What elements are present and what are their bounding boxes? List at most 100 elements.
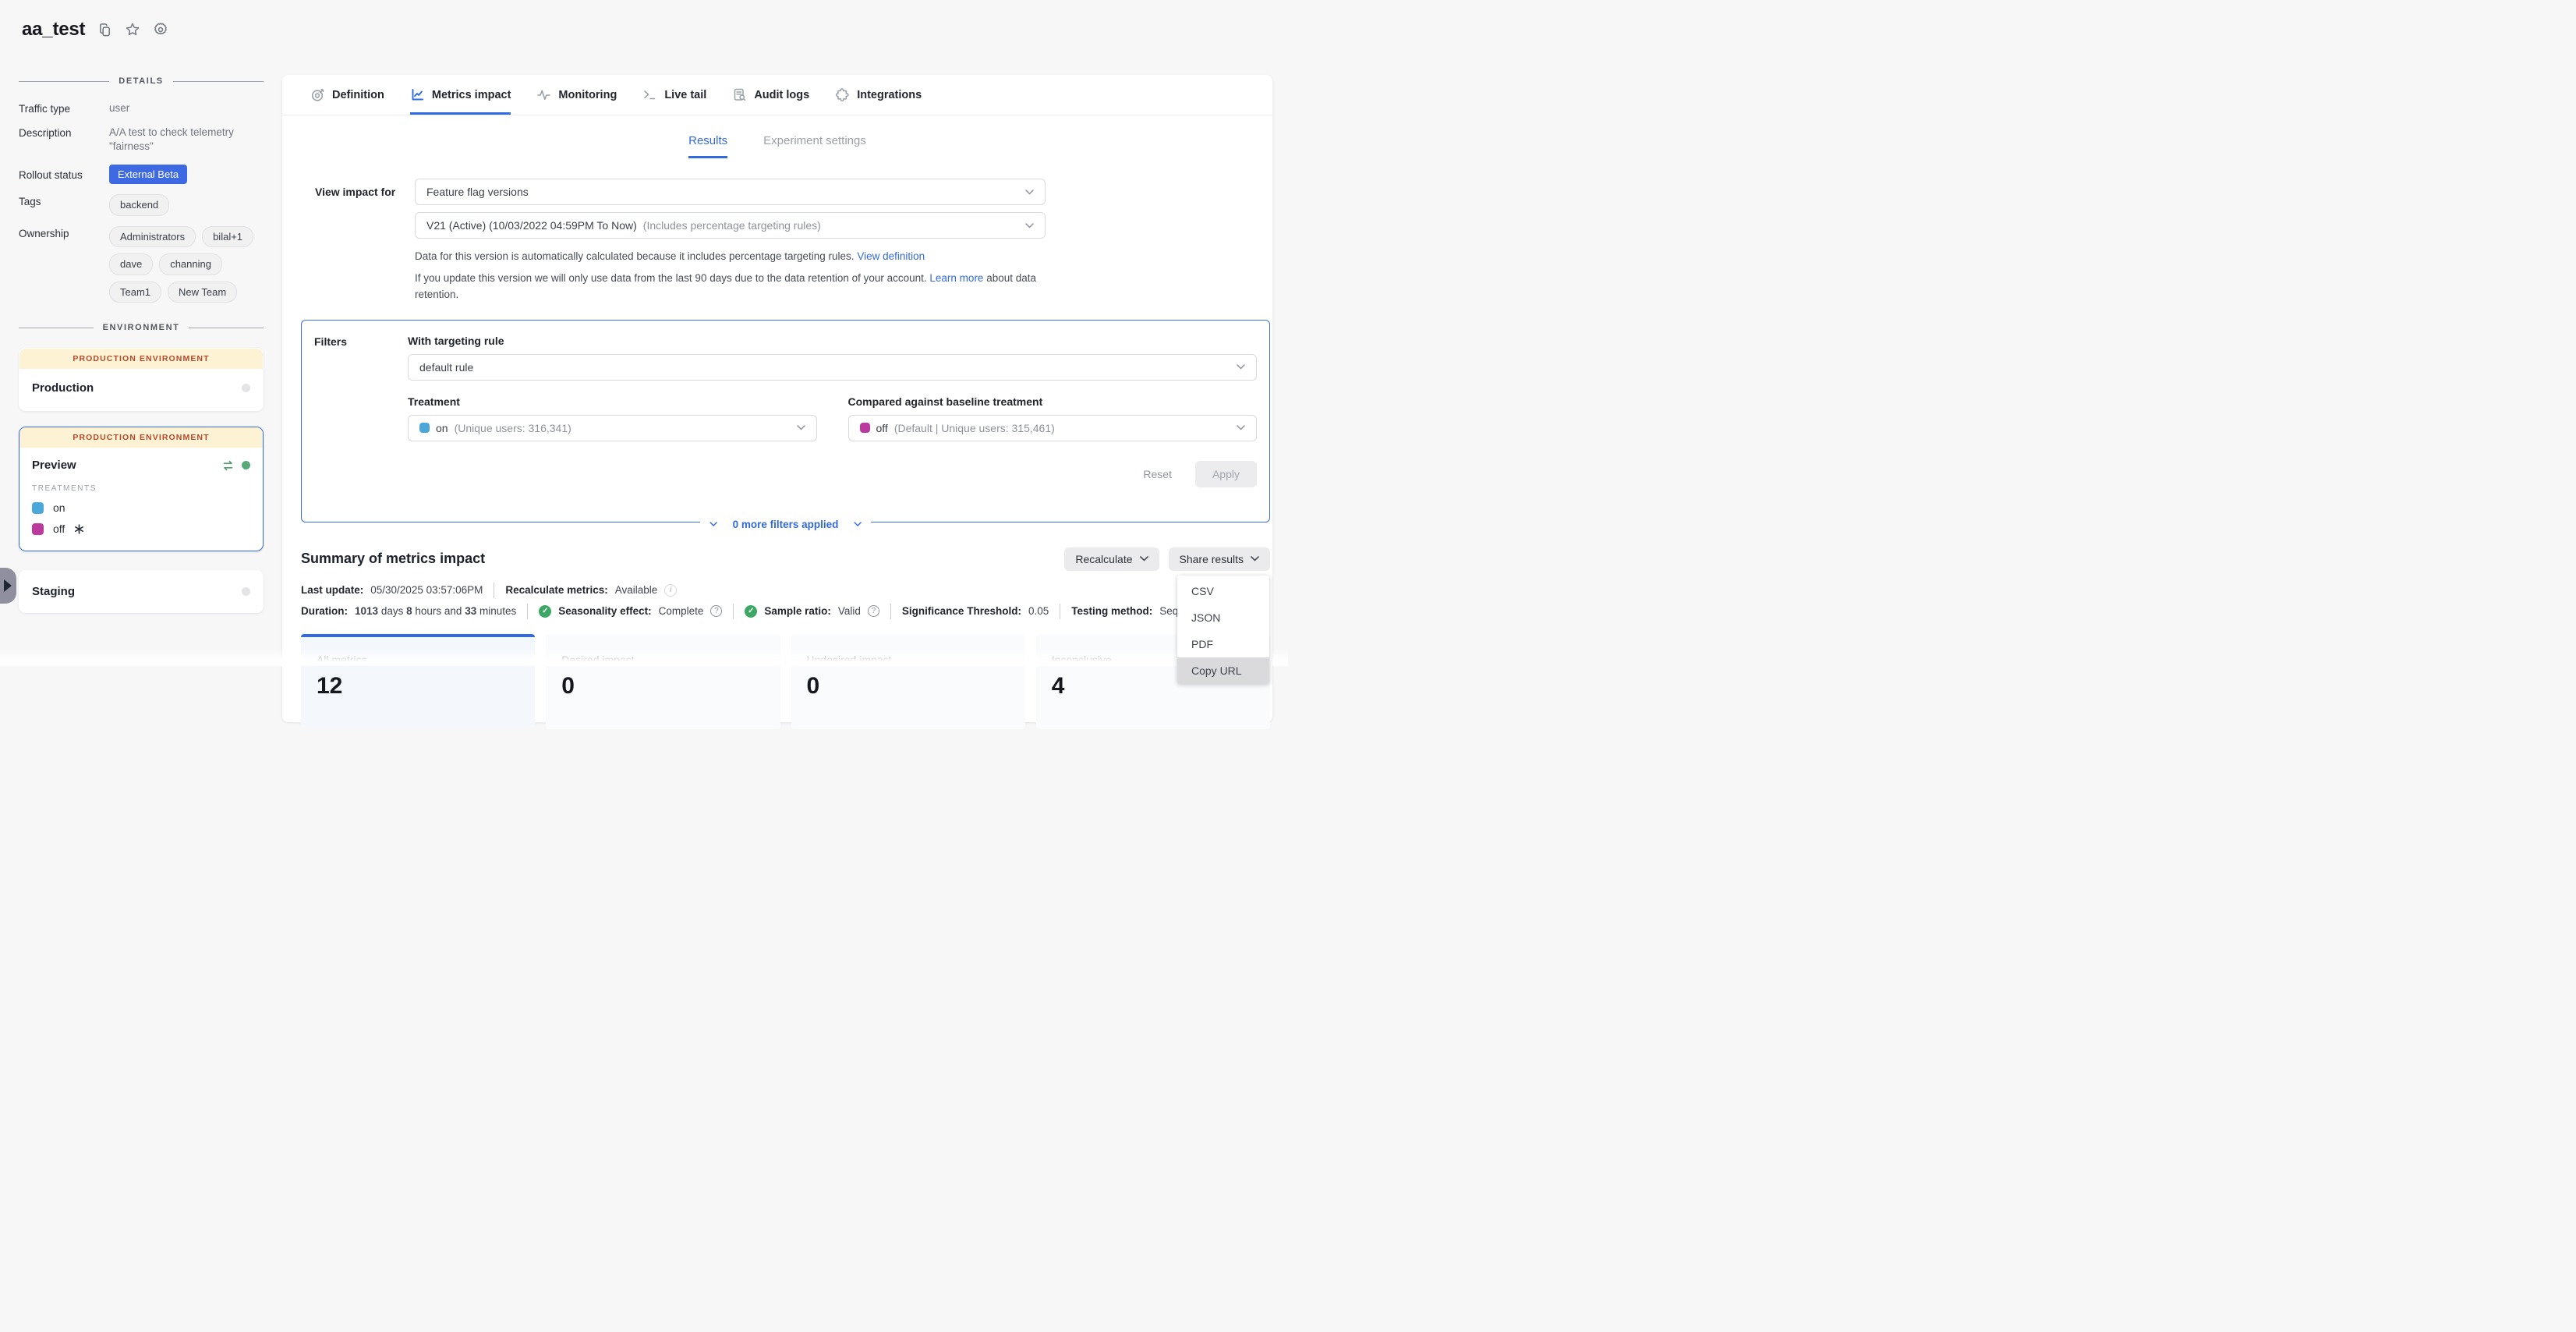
chevron-down-icon xyxy=(1251,556,1259,561)
summary-title: Summary of metrics impact xyxy=(301,547,485,567)
metric-card-value: 0 xyxy=(807,673,1010,700)
sidebar-expander-button[interactable] xyxy=(0,568,16,604)
recalculate-button[interactable]: Recalculate xyxy=(1064,547,1159,571)
details-section-title: DETAILS xyxy=(119,76,163,86)
summary-stats: Last update: 05/30/2025 03:57:06PM Recal… xyxy=(301,583,1270,619)
help-icon[interactable] xyxy=(868,605,879,617)
divider xyxy=(890,604,891,619)
subtab-experiment-settings[interactable]: Experiment settings xyxy=(763,134,866,158)
tab-label: Integrations xyxy=(857,89,922,101)
last-update-value: 05/30/2025 03:57:06PM xyxy=(370,584,483,596)
share-menu-item-csv[interactable]: CSV xyxy=(1177,578,1269,604)
significance-threshold-label: Significance Threshold: xyxy=(902,605,1021,617)
results-subnav: Results Experiment settings xyxy=(282,134,1272,158)
treatment-on-row: on xyxy=(32,501,250,514)
page-title: aa_test xyxy=(22,19,85,41)
tags-label: Tags xyxy=(19,194,109,216)
subtab-results[interactable]: Results xyxy=(688,134,727,158)
chevron-down-icon xyxy=(1237,364,1245,370)
treatment-note: (Unique users: 316,341) xyxy=(455,422,571,434)
favorite-button[interactable] xyxy=(125,22,140,37)
sample-ratio-value: Valid xyxy=(838,605,861,617)
metric-card-label: All metrics xyxy=(317,654,519,666)
divider xyxy=(733,604,734,619)
share-results-button[interactable]: Share results xyxy=(1169,547,1270,571)
sidebar: DETAILS Traffic type user Description A/… xyxy=(19,76,264,613)
swap-arrows-icon xyxy=(221,460,235,471)
pulse-icon xyxy=(536,87,551,102)
learn-more-link[interactable]: Learn more xyxy=(929,272,983,284)
description-label: Description xyxy=(19,126,109,154)
share-menu-item-json[interactable]: JSON xyxy=(1177,604,1269,631)
view-definition-link[interactable]: View definition xyxy=(857,250,925,262)
apply-button[interactable]: Apply xyxy=(1195,461,1257,487)
document-search-icon xyxy=(732,87,747,102)
tab-monitoring[interactable]: Monitoring xyxy=(536,75,617,115)
tab-audit-logs[interactable]: Audit logs xyxy=(732,75,809,115)
owner-pill: dave xyxy=(109,253,153,275)
info-icon[interactable] xyxy=(664,584,677,597)
help-icon[interactable] xyxy=(710,605,722,617)
more-filters-toggle[interactable]: 0 more filters applied xyxy=(700,519,872,530)
last-update-label: Last update: xyxy=(301,584,363,596)
app-header: aa_test xyxy=(22,19,168,41)
share-menu-item-copy-url[interactable]: Copy URL xyxy=(1177,657,1269,684)
version-note: (Includes percentage targeting rules) xyxy=(643,219,821,232)
description-row: Description A/A test to check telemetry … xyxy=(19,126,264,154)
impact-type-dropdown[interactable]: Feature flag versions xyxy=(415,179,1046,205)
treatment-value: on xyxy=(436,422,448,434)
recalculate-metrics-value: Available xyxy=(615,584,658,596)
treatment-label: Treatment xyxy=(408,395,817,408)
share-menu-item-pdf[interactable]: PDF xyxy=(1177,631,1269,657)
star-icon xyxy=(125,22,140,37)
chevron-down-icon xyxy=(797,425,805,430)
baseline-note: (Default | Unique users: 315,461) xyxy=(894,422,1055,434)
environment-status-dot xyxy=(242,587,250,596)
default-treatment-asterisk-icon xyxy=(74,524,84,534)
treatments-title: TREATMENTS xyxy=(32,484,250,493)
treatment-on-label: on xyxy=(53,501,65,514)
description-value: A/A test to check telemetry "fairness" xyxy=(109,126,264,154)
traffic-type-row: Traffic type user xyxy=(19,101,264,115)
chevron-down-icon xyxy=(709,522,717,526)
targeting-rule-value: default rule xyxy=(419,361,1237,374)
targeting-rule-dropdown[interactable]: default rule xyxy=(408,354,1257,381)
owner-pill: Team1 xyxy=(109,282,161,303)
main-panel: Definition Metrics impact Monitoring Liv… xyxy=(282,75,1272,722)
tag-pill: backend xyxy=(109,194,169,216)
seasonality-label: Seasonality effect: xyxy=(558,605,651,617)
copy-name-button[interactable] xyxy=(97,23,112,37)
data-retention-note: If you update this version we will only … xyxy=(415,271,1046,303)
environment-section-title: ENVIRONMENT xyxy=(103,323,180,332)
metric-card-all-metrics[interactable]: All metrics 12 xyxy=(301,634,535,729)
significance-threshold-value: 0.05 xyxy=(1028,605,1049,617)
metric-card-desired-impact[interactable]: Desired impact 0 xyxy=(546,634,780,729)
tab-metrics-impact[interactable]: Metrics impact xyxy=(410,75,511,115)
treatment-off-swatch xyxy=(860,423,870,433)
environment-card-preview[interactable]: PRODUCTION ENVIRONMENT Preview TREATMENT… xyxy=(19,427,264,551)
tab-bar: Definition Metrics impact Monitoring Liv… xyxy=(282,75,1272,115)
treatment-dropdown[interactable]: on (Unique users: 316,341) xyxy=(408,415,817,441)
tab-live-tail[interactable]: Live tail xyxy=(642,75,706,115)
testing-method-value: Seq xyxy=(1159,605,1178,617)
version-dropdown[interactable]: V21 (Active) (10/03/2022 04:59PM To Now)… xyxy=(415,212,1046,239)
tab-label: Metrics impact xyxy=(432,89,511,101)
environment-card-staging[interactable]: Staging xyxy=(19,570,264,613)
tab-definition[interactable]: Definition xyxy=(310,75,384,115)
settings-button[interactable] xyxy=(153,22,168,37)
environment-card-production[interactable]: PRODUCTION ENVIRONMENT Production xyxy=(19,348,264,411)
line-chart-icon xyxy=(410,87,425,102)
filters-panel: Filters With targeting rule default rule… xyxy=(301,320,1270,523)
reset-button[interactable]: Reset xyxy=(1143,468,1172,480)
terminal-icon xyxy=(642,87,657,102)
puzzle-icon xyxy=(835,87,850,102)
treatment-off-swatch xyxy=(32,523,44,535)
baseline-dropdown[interactable]: off (Default | Unique users: 315,461) xyxy=(848,415,1258,441)
metric-card-undesired-impact[interactable]: Undesired impact 0 xyxy=(791,634,1025,729)
tab-integrations[interactable]: Integrations xyxy=(835,75,922,115)
chevron-down-icon xyxy=(1140,556,1148,561)
expand-right-icon xyxy=(4,579,12,592)
rollout-status-row: Rollout status External Beta xyxy=(19,165,264,185)
ownership-label: Ownership xyxy=(19,226,109,303)
owner-pill: bilal+1 xyxy=(202,226,253,248)
